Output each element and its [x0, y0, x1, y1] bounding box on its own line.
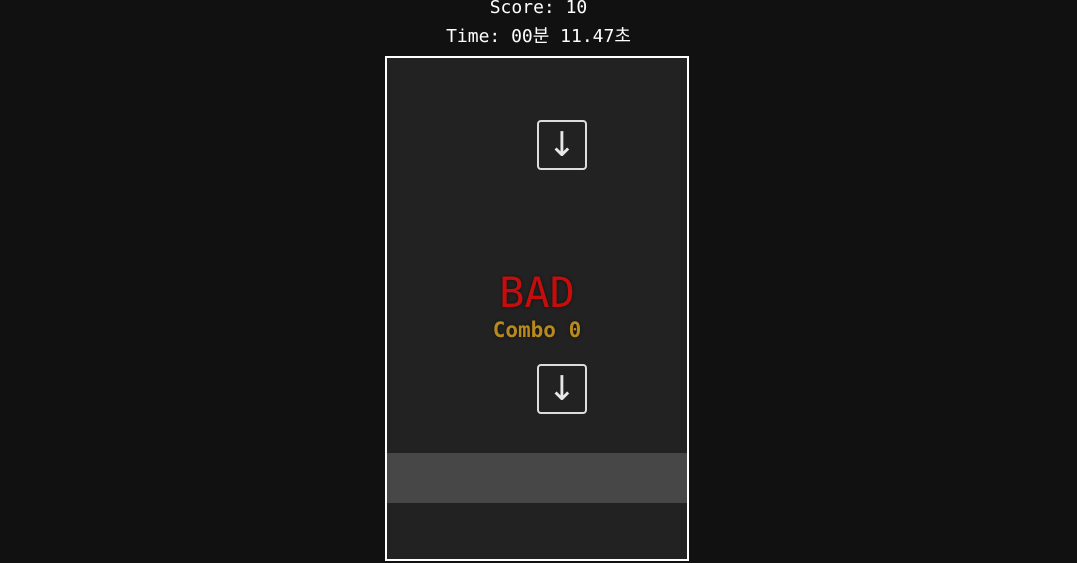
score-display: Score: 10	[489, 0, 588, 18]
hit-zone	[387, 453, 687, 503]
game-board: ↓ ↓ BAD Combo 0	[385, 56, 689, 561]
combo-counter: Combo 0	[492, 318, 582, 342]
falling-note: ↓	[537, 364, 587, 414]
time-display: Time: 00분 11.47초	[446, 26, 631, 47]
judgement-text: BAD	[499, 268, 575, 317]
down-arrow-icon: ↓	[547, 369, 577, 409]
falling-note: ↓	[537, 120, 587, 170]
down-arrow-icon: ↓	[547, 125, 577, 165]
